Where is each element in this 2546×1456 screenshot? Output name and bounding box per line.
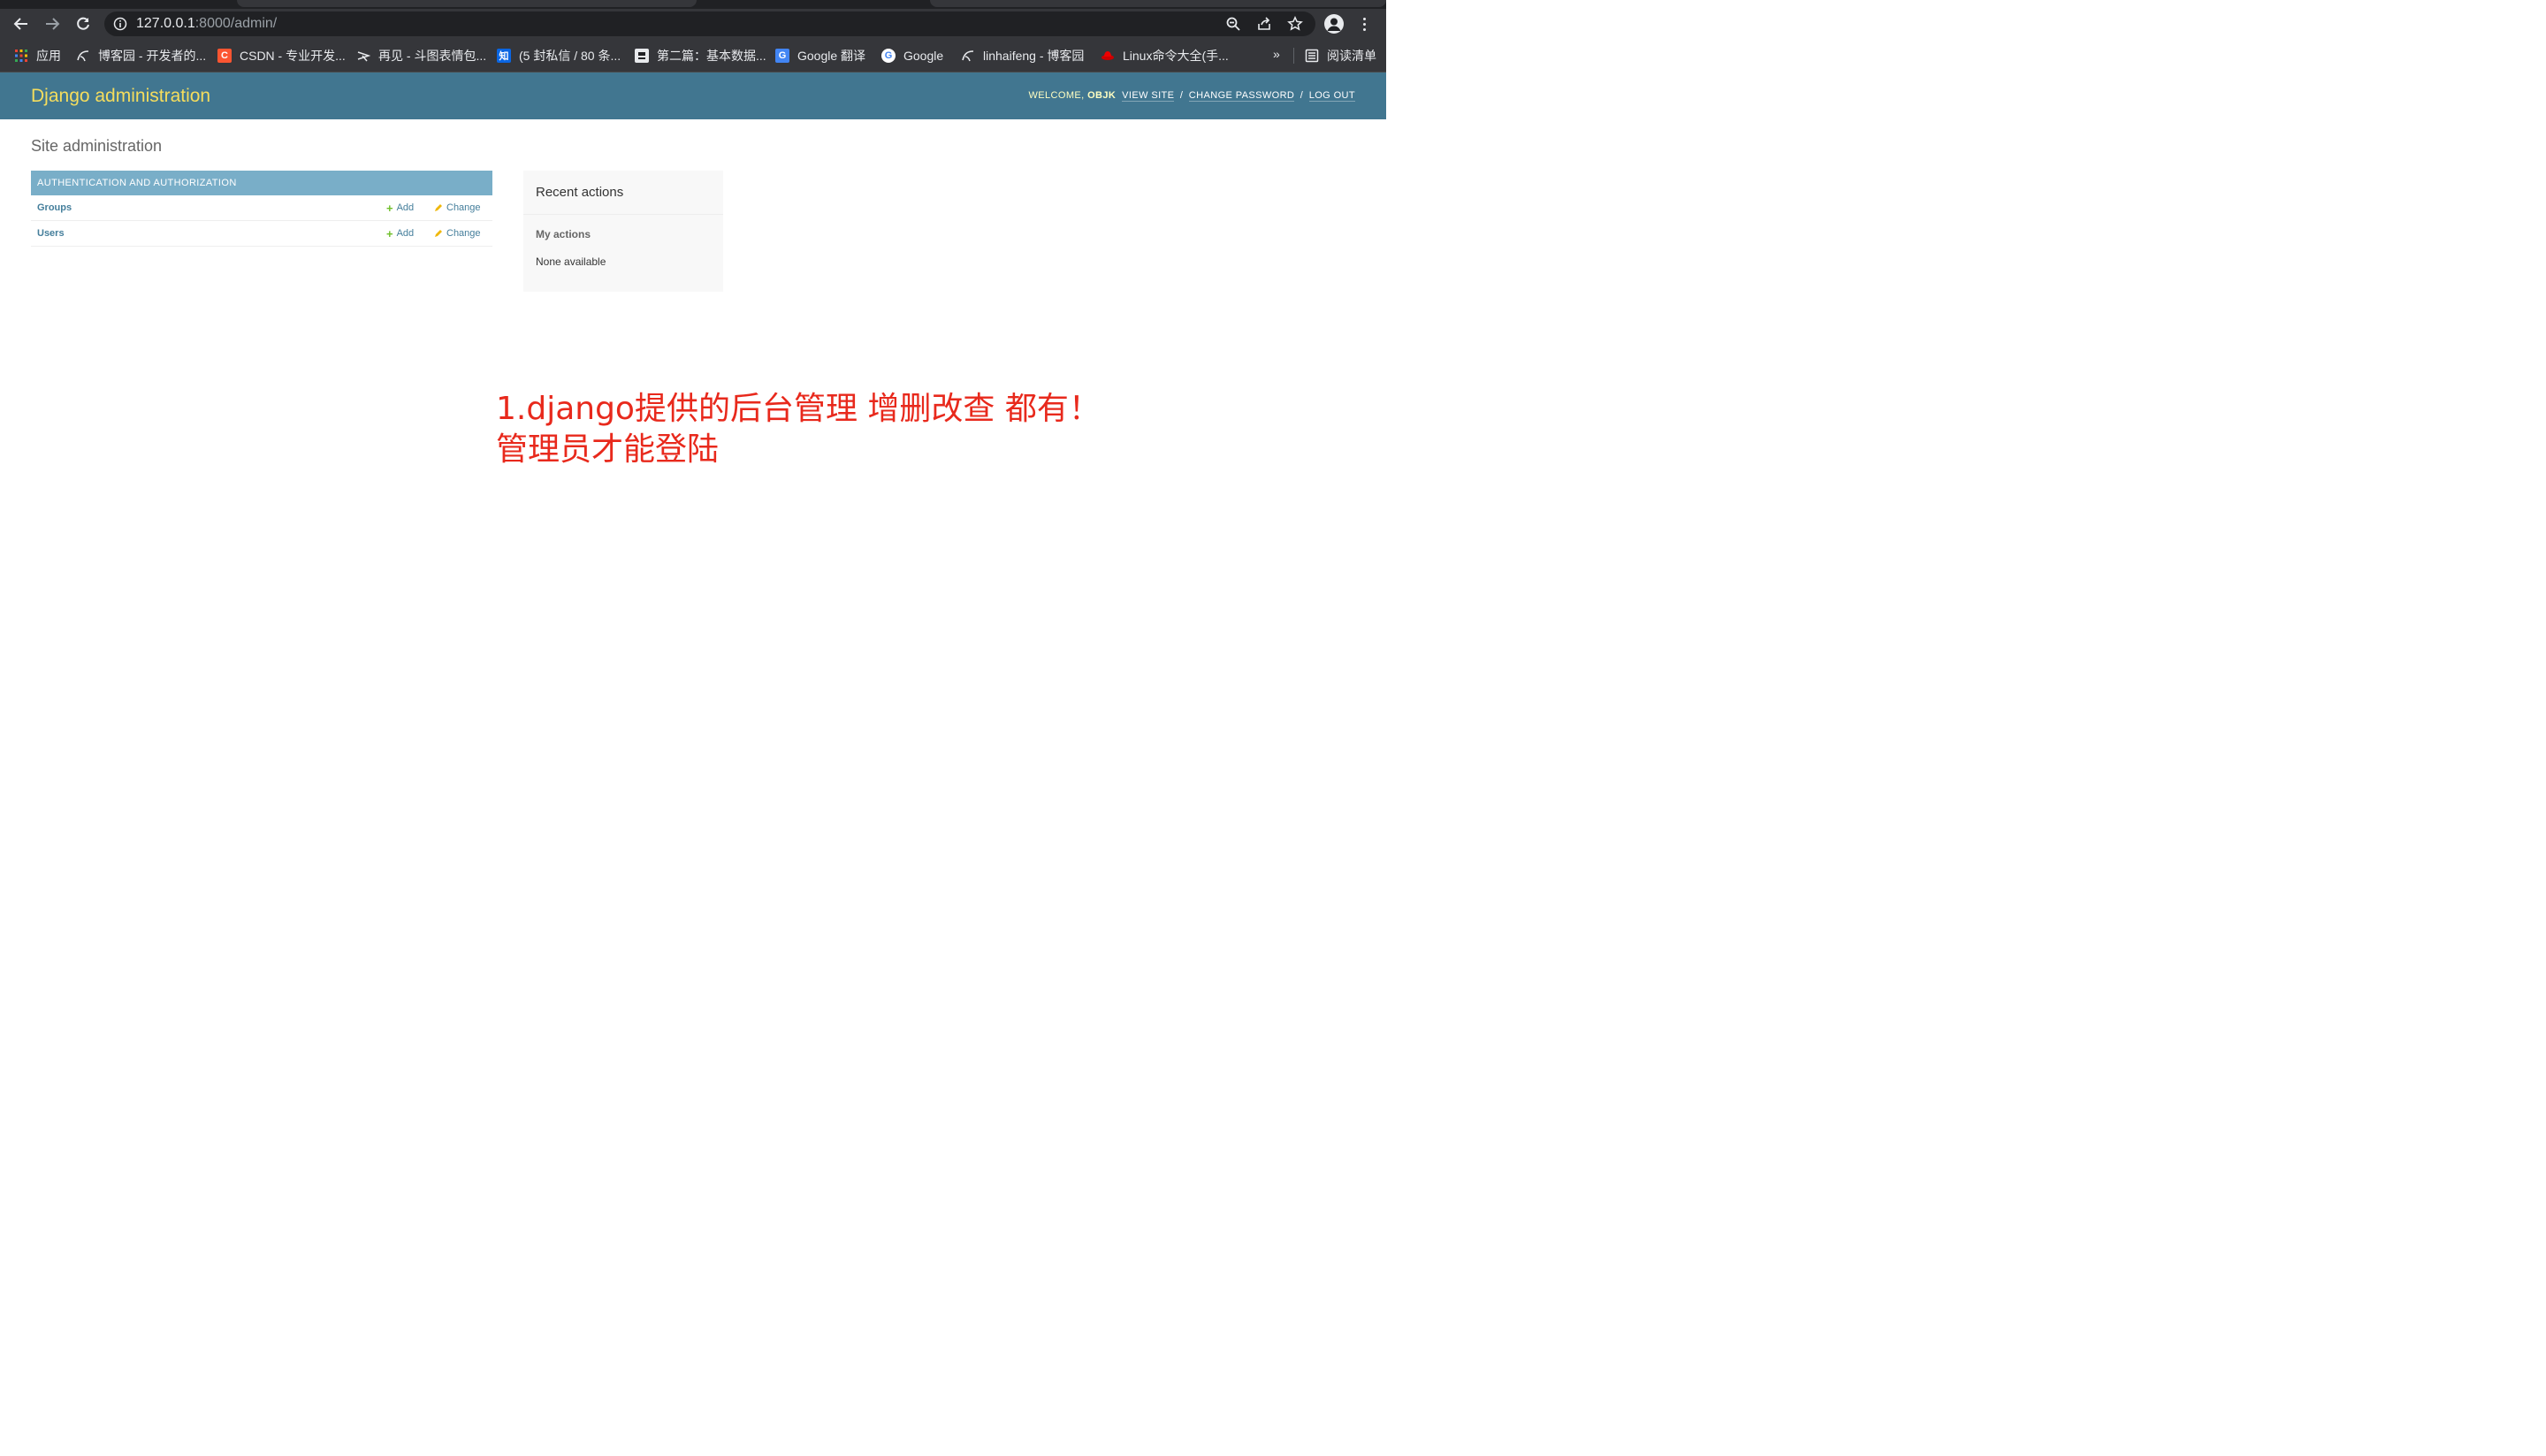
pencil-icon bbox=[435, 204, 442, 211]
annotation-line-1: 1.django提供的后台管理 增删改查 都有！ bbox=[496, 391, 1101, 427]
url-host: 127.0.0.1 bbox=[136, 16, 195, 31]
recent-actions-title: Recent actions bbox=[536, 185, 624, 200]
plus-icon: + bbox=[386, 226, 393, 240]
google-translate-icon: G bbox=[775, 49, 789, 63]
address-bar[interactable]: 127.0.0.1:8000/admin/ bbox=[104, 11, 1315, 36]
bookmark-csdn[interactable]: C CSDN - 专业开发... bbox=[217, 47, 346, 65]
apps-grid-icon bbox=[14, 49, 28, 63]
site-info-icon[interactable] bbox=[113, 17, 127, 35]
user-tools: Welcome, objk View site / Change passwor… bbox=[1028, 90, 1355, 102]
bookmark-label: 应用 bbox=[36, 49, 61, 63]
annotation-line-2: 管理员才能登陆 bbox=[496, 431, 720, 468]
add-users-button[interactable]: + Add bbox=[386, 226, 415, 240]
bookmark-label: Google bbox=[903, 49, 944, 63]
url-path: :8000/admin/ bbox=[194, 16, 278, 31]
bookmark-label: CSDN - 专业开发... bbox=[240, 49, 346, 63]
change-password-link[interactable]: Change password bbox=[1188, 90, 1295, 102]
tab-background[interactable] bbox=[930, 0, 1386, 7]
separator: / bbox=[1179, 90, 1184, 101]
change-label: Change bbox=[446, 228, 481, 239]
plus-icon: + bbox=[386, 201, 393, 215]
bookmark-google-translate[interactable]: G Google 翻译 bbox=[775, 47, 865, 65]
redhat-icon bbox=[1101, 49, 1115, 63]
zoom-icon[interactable] bbox=[1224, 16, 1242, 32]
view-site-link[interactable]: View site bbox=[1122, 90, 1175, 102]
module-caption[interactable]: Authentication and Authorization bbox=[31, 171, 492, 195]
bookmark-linhaifeng[interactable]: linhaifeng - 博客园 bbox=[961, 47, 1084, 65]
cnblogs-icon bbox=[76, 49, 90, 63]
app-module-auth: Authentication and Authorization Groups … bbox=[31, 171, 492, 247]
bookmark-zhihu[interactable]: 知 (5 封私信 / 80 条... bbox=[497, 47, 621, 65]
bookmark-apps[interactable]: 应用 bbox=[14, 47, 61, 65]
users-link[interactable]: Users bbox=[37, 228, 65, 239]
browser-toolbar: 127.0.0.1:8000/admin/ bbox=[0, 9, 1386, 39]
bookmarks-divider bbox=[1293, 48, 1294, 64]
bookmark-label: Linux命令大全(手... bbox=[1123, 49, 1229, 63]
change-groups-button[interactable]: Change bbox=[434, 202, 481, 213]
groups-link[interactable]: Groups bbox=[37, 202, 72, 213]
tab-strip bbox=[0, 0, 1386, 9]
admin-header: Django administration Welcome, objk View… bbox=[0, 72, 1386, 119]
change-users-button[interactable]: Change bbox=[434, 228, 481, 239]
annotation-text: 1.django提供的后台管理 增删改查 都有！ 管理员才能登陆 bbox=[496, 389, 1101, 470]
back-button[interactable] bbox=[11, 13, 32, 34]
page-title: Site administration bbox=[31, 137, 163, 155]
bookmark-cnblogs[interactable]: 博客园 - 开发者的... bbox=[76, 47, 206, 65]
url-text[interactable]: 127.0.0.1:8000/admin/ bbox=[136, 16, 277, 32]
share-icon[interactable] bbox=[1255, 16, 1273, 32]
no-actions-text: None available bbox=[536, 255, 606, 268]
google-icon: G bbox=[881, 49, 896, 63]
reading-list-icon bbox=[1305, 49, 1319, 63]
bookmark-label: 博客园 - 开发者的... bbox=[98, 49, 207, 63]
bookmark-datatypes[interactable]: 第二篇：基本数据... bbox=[635, 47, 766, 65]
log-out-link[interactable]: Log out bbox=[1308, 90, 1355, 102]
bookmark-label: 第二篇：基本数据... bbox=[657, 49, 766, 63]
panel-divider bbox=[523, 214, 723, 215]
bookmark-star-icon[interactable] bbox=[1286, 16, 1304, 32]
my-actions-heading: My actions bbox=[536, 228, 591, 240]
add-label: Add bbox=[396, 228, 415, 239]
profile-avatar-icon[interactable] bbox=[1324, 14, 1344, 34]
site-branding[interactable]: Django administration bbox=[31, 86, 210, 107]
bookmark-label: Google 翻译 bbox=[797, 49, 866, 63]
reload-icon bbox=[77, 17, 89, 30]
username: objk bbox=[1087, 90, 1117, 101]
add-label: Add bbox=[396, 202, 415, 213]
bookmark-label: linhaifeng - 博客园 bbox=[983, 49, 1085, 63]
cnblogs-icon bbox=[961, 49, 975, 63]
bookmarks-bar: 应用 博客园 - 开发者的... C CSDN - 专业开发... 再见 - 斗… bbox=[0, 39, 1386, 72]
reading-list-button[interactable]: 阅读清单 bbox=[1305, 47, 1376, 65]
arrow-left-icon bbox=[13, 18, 27, 30]
forward-button[interactable] bbox=[42, 13, 63, 34]
bookmark-doutu[interactable]: 再见 - 斗图表情包... bbox=[356, 47, 486, 65]
pencil-icon bbox=[435, 230, 442, 237]
reading-list-label: 阅读清单 bbox=[1327, 49, 1376, 63]
csdn-icon: C bbox=[217, 49, 232, 63]
page-icon bbox=[635, 49, 649, 63]
bookmark-label: 再见 - 斗图表情包... bbox=[378, 49, 487, 63]
welcome-text: Welcome, bbox=[1028, 90, 1085, 101]
tab-active[interactable] bbox=[237, 0, 697, 7]
reload-button[interactable] bbox=[72, 13, 94, 34]
model-row-groups: Groups + Add Change bbox=[31, 195, 492, 221]
change-label: Change bbox=[446, 202, 481, 213]
add-groups-button[interactable]: + Add bbox=[386, 201, 415, 215]
bookmarks-overflow-button[interactable]: » bbox=[1273, 47, 1280, 61]
model-row-users: Users + Add Change bbox=[31, 221, 492, 247]
recent-actions-panel: Recent actions My actions None available bbox=[523, 171, 723, 292]
zhihu-icon: 知 bbox=[497, 49, 511, 63]
bookmark-google[interactable]: G Google bbox=[881, 47, 943, 65]
doutu-icon bbox=[356, 49, 370, 63]
bookmark-linux[interactable]: Linux命令大全(手... bbox=[1101, 47, 1229, 65]
arrow-right-icon bbox=[46, 18, 60, 30]
separator: / bbox=[1300, 90, 1304, 101]
browser-menu-icon[interactable] bbox=[1357, 14, 1371, 34]
bookmark-label: (5 封私信 / 80 条... bbox=[519, 49, 621, 63]
